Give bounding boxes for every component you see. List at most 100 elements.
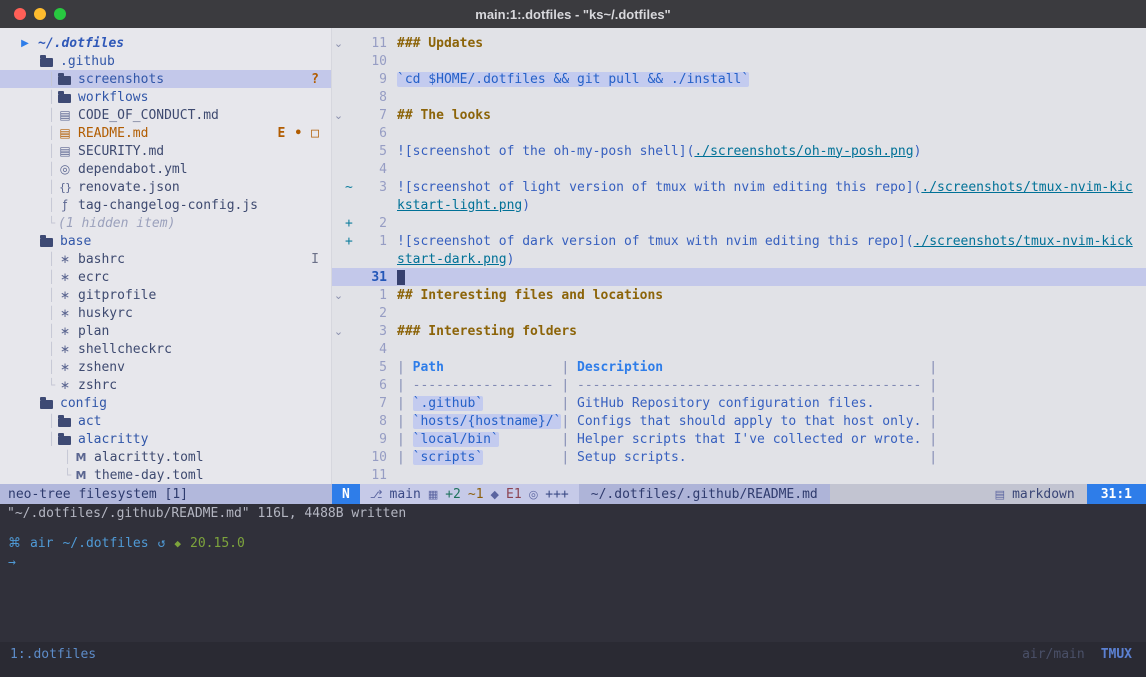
line-content: | ------------------ | -----------------…: [397, 378, 937, 393]
tree-item-tag-changelog-config.js[interactable]: │ƒtag-changelog-config.js: [0, 196, 331, 214]
tree-guide: │: [48, 270, 58, 284]
editor-line[interactable]: +1![screenshot of dark version of tmux w…: [332, 232, 1146, 250]
text-segment: |: [921, 414, 937, 429]
folder-icon: [58, 418, 71, 427]
editor-line[interactable]: start-dark.png): [332, 250, 1146, 268]
tree-item-config[interactable]: config: [0, 394, 331, 412]
tree-item-renovate.json[interactable]: │{}renovate.json: [0, 178, 331, 196]
tree-item-theme-day.toml[interactable]: └Mtheme-day.toml: [0, 466, 331, 484]
tree-item-zshrc[interactable]: └∗zshrc: [0, 376, 331, 394]
line-content: ## Interesting files and locations: [397, 288, 663, 303]
editor-line-current[interactable]: 31: [332, 268, 1146, 286]
editor-line[interactable]: ⌄3### Interesting folders: [332, 322, 1146, 340]
zoom-button[interactable]: [54, 8, 66, 20]
shell-file-icon: ∗: [58, 306, 72, 320]
folder-icon: [40, 58, 53, 67]
text-segment: |: [663, 360, 937, 375]
editor-line[interactable]: 8: [332, 88, 1146, 106]
tree-item-workflows[interactable]: │workflows: [0, 88, 331, 106]
tree-item-huskyrc[interactable]: │∗huskyrc: [0, 304, 331, 322]
editor-line[interactable]: 6| ------------------ | ----------------…: [332, 376, 1146, 394]
editor-line[interactable]: +2: [332, 214, 1146, 232]
editor-line[interactable]: 7| `.github` | GitHub Repository configu…: [332, 394, 1146, 412]
tree-guide: │: [48, 252, 58, 266]
tree-item-.github[interactable]: .github: [0, 52, 331, 70]
editor-line[interactable]: 9 | `local/bin` | Helper scripts that I'v…: [332, 430, 1146, 448]
editor-line[interactable]: ⌄11### Updates: [332, 34, 1146, 52]
editor-line[interactable]: 4: [332, 160, 1146, 178]
misc-status: +++: [545, 487, 568, 502]
editor-line[interactable]: ⌄1## Interesting files and locations: [332, 286, 1146, 304]
tree-guide: │: [48, 72, 58, 86]
text-segment: ![screenshot of dark version of tmux wit…: [397, 234, 914, 249]
node-icon: ◆: [174, 537, 181, 550]
tree-item-base[interactable]: base: [0, 232, 331, 250]
tree-item-security.md[interactable]: │▤SECURITY.md: [0, 142, 331, 160]
minimize-button[interactable]: [34, 8, 46, 20]
editor-line[interactable]: 5| Path | Description |: [332, 358, 1146, 376]
tree-item-label: shellcheckrc: [78, 342, 172, 357]
editor-line[interactable]: 10| `scripts` | Setup scripts. |: [332, 448, 1146, 466]
text-segment: ): [914, 144, 922, 159]
prompt-path: ~/.dotfiles: [62, 536, 148, 551]
git-sign-icon: ~: [345, 180, 357, 195]
line-number: 2: [357, 216, 387, 231]
tree-item-zshenv[interactable]: │∗zshenv: [0, 358, 331, 376]
branch-name: main: [390, 487, 421, 502]
tree-item-alacritty.toml[interactable]: │Malacritty.toml: [0, 448, 331, 466]
tree-item-label: act: [78, 414, 101, 429]
line-content: | `local/bin` | Helper scripts that I've…: [397, 432, 937, 447]
editor-line[interactable]: kstart-light.png): [332, 196, 1146, 214]
tmux-status-bar: 1:.dotfiles air/main TMUX: [0, 642, 1146, 677]
line-content: ## The looks: [397, 108, 491, 123]
tree-item-label: alacritty.toml: [94, 450, 204, 465]
shell-area[interactable]: ⌘ air ~/.dotfiles ↺ ◆ 20.15.0 →: [0, 522, 1146, 570]
fold-marker-icon: ⌄: [332, 109, 345, 122]
tree-item-screenshots[interactable]: │ screenshots?: [0, 70, 331, 88]
editor-line[interactable]: 6: [332, 124, 1146, 142]
branch-icon: ⎇: [370, 488, 383, 501]
line-content: ### Updates: [397, 36, 483, 51]
tree-item-act[interactable]: │act: [0, 412, 331, 430]
titlebar[interactable]: main:1:.dotfiles - "ks~/.dotfiles": [0, 0, 1146, 28]
tree-item-ecrc[interactable]: │∗ecrc: [0, 268, 331, 286]
tree-item-gitprofile[interactable]: │∗gitprofile: [0, 286, 331, 304]
tree-item-label: screenshots: [78, 72, 164, 87]
editor-line[interactable]: 4: [332, 340, 1146, 358]
tree-item-label: zshenv: [78, 360, 125, 375]
tree-item--1-hidden-item-[interactable]: └(1 hidden item): [0, 214, 331, 232]
tree-item-label: theme-day.toml: [94, 468, 204, 483]
git-status-badge: •: [294, 126, 302, 141]
tree-item-alacritty[interactable]: │alacritty: [0, 430, 331, 448]
tmux-window-label[interactable]: 1:.dotfiles: [10, 647, 96, 662]
git-segment: ⎇ main ▦ +2 ~1 ◆ E1 ◎ +++: [360, 484, 579, 504]
tree-item-~-.dotfiles[interactable]: ▶~/.dotfiles: [0, 34, 331, 52]
tree-item-plan[interactable]: │∗plan: [0, 322, 331, 340]
tree-item-label: huskyrc: [78, 306, 133, 321]
editor-line[interactable]: ⌄7## The looks: [332, 106, 1146, 124]
editor-line[interactable]: 2: [332, 304, 1146, 322]
editor-line[interactable]: 8| `hosts/{hostname}/`| Configs that sho…: [332, 412, 1146, 430]
tree-item-label: CODE_OF_CONDUCT.md: [78, 108, 219, 123]
editor-line[interactable]: 11: [332, 466, 1146, 484]
tree-item-bashrc[interactable]: │∗bashrcI: [0, 250, 331, 268]
editor-line[interactable]: ~3![screenshot of light version of tmux …: [332, 178, 1146, 196]
editor-line[interactable]: 9`cd $HOME/.dotfiles && git pull && ./in…: [332, 70, 1146, 88]
line-number: 1: [357, 234, 387, 249]
diagnostics-error-count: E1: [506, 487, 522, 502]
tree-item-readme.md[interactable]: │▤README.mdE•□: [0, 124, 331, 142]
markdown-link: ./screenshots/tmux-nvim-kic: [921, 180, 1132, 195]
tree-guide: │: [48, 432, 58, 446]
shell-prompt: ⌘ air ~/.dotfiles ↺ ◆ 20.15.0: [0, 536, 1146, 551]
git-untracked-badge: ?: [311, 72, 319, 87]
text-segment: |: [397, 450, 413, 465]
close-button[interactable]: [14, 8, 26, 20]
fold-marker-icon: ⌄: [332, 289, 345, 302]
editor-line[interactable]: 10: [332, 52, 1146, 70]
tree-item-code-of-conduct.md[interactable]: │▤CODE_OF_CONDUCT.md: [0, 106, 331, 124]
editor-buffer[interactable]: ⌄11### Updates109`cd $HOME/.dotfiles && …: [332, 28, 1146, 484]
editor-line[interactable]: 5![screenshot of the oh-my-posh shell](.…: [332, 142, 1146, 160]
tree-item-shellcheckrc[interactable]: │∗shellcheckrc: [0, 340, 331, 358]
tree-item-dependabot.yml[interactable]: │◎dependabot.yml: [0, 160, 331, 178]
line-number: 9: [357, 432, 387, 447]
